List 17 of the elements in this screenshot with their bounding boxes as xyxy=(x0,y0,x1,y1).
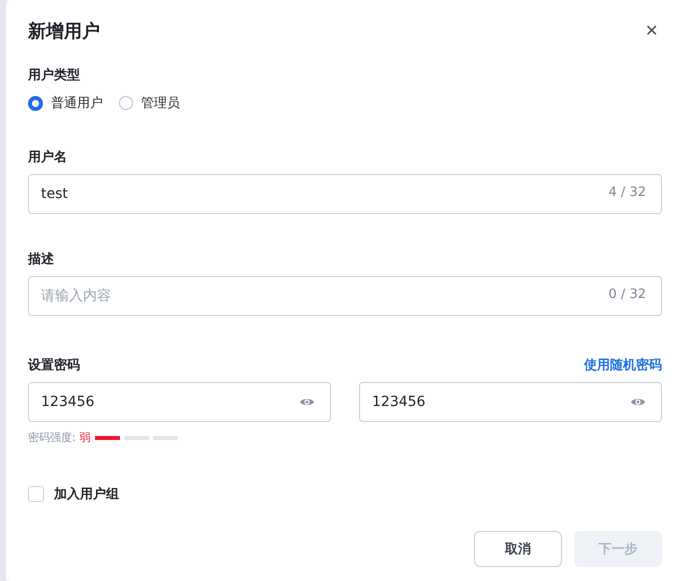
confirm-password-field[interactable]: 123456 xyxy=(359,382,662,422)
field-label: 用户名 xyxy=(28,148,68,166)
cancel-button[interactable]: 取消 xyxy=(474,531,562,567)
password-field[interactable]: 123456 xyxy=(28,382,331,422)
field-label: 描述 xyxy=(28,251,55,268)
radio-option[interactable]: 普通用户 xyxy=(28,94,103,112)
character-count: 4 / 32 xyxy=(608,185,646,200)
strength-value: 弱 xyxy=(80,430,91,445)
random-password-link[interactable]: 使用随机密码 xyxy=(584,356,662,374)
field-label: 设置密码 xyxy=(28,356,80,374)
dialog-title: 新增用户 xyxy=(28,20,100,43)
field-label: 用户类型 xyxy=(28,66,81,84)
close-button[interactable]: ✕ xyxy=(641,21,662,41)
character-count: 0 / 32 xyxy=(608,287,646,302)
join-group-checkbox[interactable]: 加入用户组 xyxy=(28,485,119,503)
radio-option[interactable]: 管理员 xyxy=(119,94,180,112)
strength-label: 密码强度: xyxy=(28,430,76,445)
